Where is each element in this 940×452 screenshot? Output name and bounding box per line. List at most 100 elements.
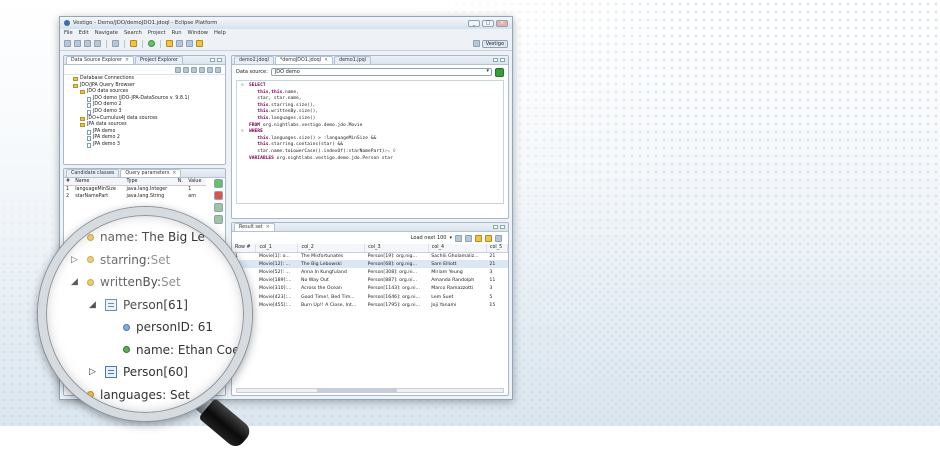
table-row[interactable]: 4Movie[189]:...No Way OutPerson[887]: or… <box>232 277 508 285</box>
tree-node-label: JDO demo 3 <box>93 108 122 114</box>
close-button[interactable]: × <box>496 19 508 27</box>
back-icon[interactable] <box>176 40 183 47</box>
wand-icon[interactable] <box>130 40 137 47</box>
table-row[interactable]: 2 Movie[12]: ... The Big Lebowski Person[68… <box>232 260 508 269</box>
datasource-select[interactable]: JDO demo <box>270 68 492 76</box>
tree-node[interactable]: JPA demo 3 <box>66 142 223 149</box>
minimize-view-icon[interactable] <box>493 225 498 229</box>
columns-icon[interactable] <box>485 234 492 242</box>
menu-help[interactable]: Help <box>214 30 226 36</box>
table-row[interactable]: 1 languageMinSize java.lang.Integer 1 <box>64 186 206 194</box>
param-column-header[interactable]: Type <box>124 178 176 186</box>
perspective-button[interactable]: Vestigo <box>481 39 508 48</box>
print-icon[interactable] <box>94 40 101 47</box>
expand-toggle-icon[interactable]: ▷ <box>89 361 99 384</box>
new-icon[interactable] <box>64 40 71 47</box>
param-column-header[interactable]: Value <box>186 178 206 186</box>
tree-node[interactable]: JPA demo 2 <box>66 135 223 142</box>
datasource-icon <box>87 96 91 102</box>
tab-candidate-classes[interactable]: Candidate classes <box>66 169 120 177</box>
tab-demojdo1-jdoql[interactable]: *demoJDO1.jdoql × <box>274 56 334 64</box>
minimize-button[interactable]: _ <box>468 19 480 27</box>
refresh-icon[interactable] <box>207 66 213 73</box>
result-column-header[interactable]: col_2 <box>297 244 366 253</box>
filter-icon[interactable] <box>191 66 197 73</box>
tree-node[interactable]: JDO data sources <box>66 89 223 96</box>
save-all-icon[interactable] <box>84 40 91 47</box>
tab-query-parameters[interactable]: Query parameters × <box>120 169 182 177</box>
grid-icon[interactable] <box>465 234 472 242</box>
expand-toggle-icon[interactable]: ◢ <box>71 384 81 407</box>
menu-run[interactable]: Run <box>172 30 182 36</box>
query-code-editor[interactable]: ⊖ SELECT this, this .name, star, star.name… <box>236 80 504 204</box>
new-connection-icon[interactable] <box>199 66 205 73</box>
run-icon[interactable] <box>148 40 155 47</box>
table-row[interactable]: 5Movie[310]:...Across the OceanPerson[11… <box>232 285 508 293</box>
menu-project[interactable]: Project <box>148 30 166 36</box>
expand-toggle-icon[interactable]: ◢ <box>89 294 99 317</box>
horizontal-scrollbar[interactable] <box>236 388 504 393</box>
magnified-tree-node: name: The Big Le <box>43 226 240 249</box>
open-perspective-icon[interactable] <box>472 40 480 47</box>
maximize-view-icon[interactable] <box>500 225 505 229</box>
tree-node[interactable]: JDO demo (JDO-JPA-DataSource v. 9.8.1) <box>66 96 223 103</box>
tab-data-source-explorer[interactable]: Data Source Explorer × <box>66 56 134 64</box>
table-cell: Movie[12]: ... <box>255 260 298 269</box>
minimize-view-icon[interactable] <box>210 58 215 62</box>
link-icon[interactable] <box>183 66 189 73</box>
tab-project-explorer[interactable]: Project Explorer <box>134 56 183 64</box>
menu-search[interactable]: Search <box>124 30 142 36</box>
table-row[interactable]: 2 starNamePart java.lang.String am <box>64 193 206 200</box>
table-row[interactable]: 1 Movie[1]: o... The Misfortunates Person[1… <box>232 252 508 260</box>
result-column-header[interactable]: col_1 <box>255 244 299 253</box>
window-title: Vestigo - Demo/JDO/demoJDO1.jdoql - Ecli… <box>73 20 218 26</box>
param-column-header[interactable]: # <box>64 178 74 186</box>
table-row[interactable]: 3 Movie[52]: ... Anna In Kungfuland Person[… <box>232 268 508 276</box>
tab-demo2-jdoql[interactable]: demo2.jdoql <box>234 56 274 64</box>
maximize-view-icon[interactable] <box>217 58 222 62</box>
result-column-header[interactable]: col_5 <box>486 244 508 253</box>
minimize-view-icon[interactable] <box>493 58 498 62</box>
expand-toggle-icon[interactable]: ◢ <box>89 406 99 416</box>
menu-navigate[interactable]: Navigate <box>95 30 118 36</box>
table-cell: java.lang.String <box>126 194 165 199</box>
menu-edit[interactable]: Edit <box>79 30 89 36</box>
param-column-header[interactable]: N. <box>175 178 187 186</box>
tree-node[interactable]: JPA demo <box>66 129 223 136</box>
maximize-view-icon[interactable] <box>500 58 505 62</box>
table-row[interactable]: 6Movie[423]:...Good Time!, Bed Tim...Per… <box>232 293 508 301</box>
tree-node[interactable]: Database Connections <box>66 76 223 83</box>
execute-query-button[interactable] <box>495 67 504 77</box>
annotation-icon[interactable] <box>166 40 173 47</box>
param-column-header[interactable]: Name <box>73 178 125 186</box>
tree-node[interactable]: JPA data sources <box>66 122 223 129</box>
pin-icon[interactable] <box>196 40 203 47</box>
menu-file[interactable]: File <box>64 30 73 36</box>
export-icon[interactable] <box>495 234 502 242</box>
save-icon[interactable] <box>74 40 81 47</box>
table-cell: Person[1143]: org.ni... <box>367 286 420 292</box>
collapse-all-icon[interactable] <box>175 66 181 73</box>
remove-parameter-button[interactable] <box>214 191 223 200</box>
result-column-header[interactable]: col_4 <box>428 244 487 253</box>
expand-toggle-icon[interactable]: ▷ <box>71 249 81 272</box>
tab-demo1-jpql[interactable]: demo1.jpql <box>334 56 371 64</box>
view-menu-icon[interactable] <box>215 66 221 73</box>
search-icon[interactable] <box>112 40 119 47</box>
load-next-dropdown[interactable]: Load next 100 <box>411 235 447 241</box>
expand-toggle-icon[interactable]: ◢ <box>71 271 81 294</box>
menu-window[interactable]: Window <box>188 30 208 36</box>
move-up-button[interactable] <box>214 203 223 212</box>
table-cell: Marco Ramazzotti <box>431 286 474 292</box>
field-icon <box>123 346 130 354</box>
network-icon[interactable] <box>455 234 462 242</box>
result-column-header[interactable]: col_3 <box>364 244 429 253</box>
table-row[interactable]: 7Movie[455]:...Burn Up!! A Close, Int...… <box>232 301 508 309</box>
forward-icon[interactable] <box>186 40 193 47</box>
add-parameter-button[interactable] <box>214 179 223 188</box>
object-view-icon[interactable] <box>475 234 482 242</box>
main-toolbar: Vestigo <box>60 37 512 51</box>
tree-node[interactable]: JDO demo 3 <box>66 109 223 116</box>
maximize-button[interactable]: □ <box>482 19 494 27</box>
tree-node[interactable]: JDO demo 2 <box>66 102 223 109</box>
